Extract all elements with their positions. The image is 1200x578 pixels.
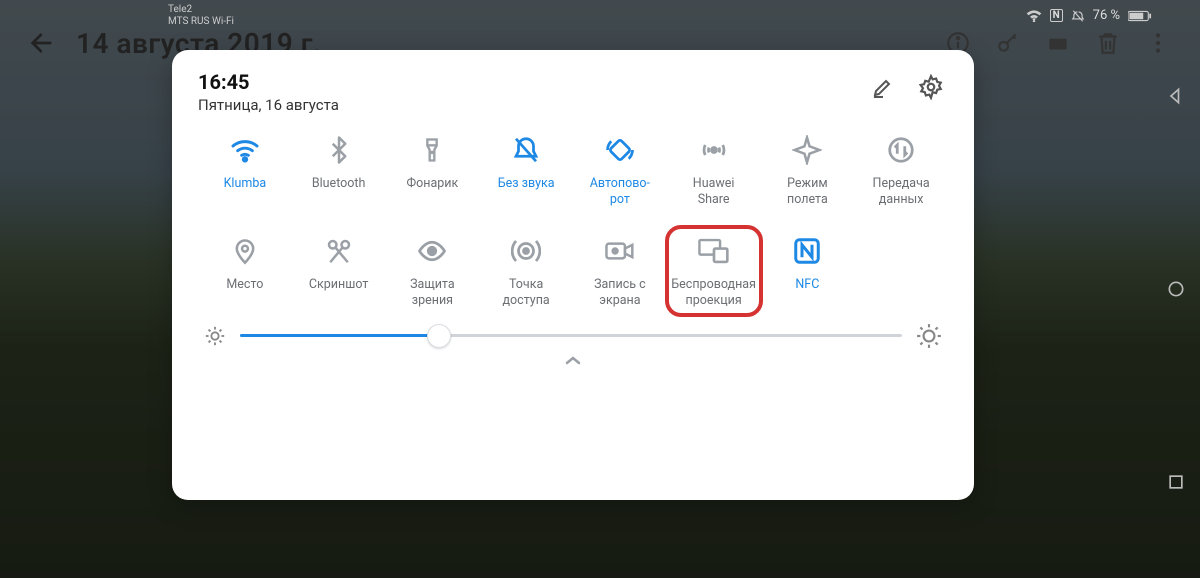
brightness-high-icon <box>916 323 942 349</box>
tiles-grid: Klumba Bluetooth Фонарик Без звука Автоп <box>198 128 948 313</box>
hotspot-icon <box>508 233 544 269</box>
tile-label: Bluetooth <box>312 176 366 206</box>
wifi-icon <box>227 132 263 168</box>
tile-nfc[interactable]: NFC <box>761 229 855 312</box>
tile-huawei-share[interactable]: HuaweiShare <box>667 128 761 211</box>
carrier-1: Tele2 <box>168 4 234 16</box>
settings-button[interactable] <box>914 70 948 104</box>
time-date-block: 16:45 Пятница, 16 августа <box>198 70 339 114</box>
quick-settings-panel: 16:45 Пятница, 16 августа Klumba Bluetoo… <box>172 50 974 500</box>
tile-label: Беспроводнаяпроекция <box>671 277 756 308</box>
tile-mute[interactable]: Без звука <box>479 128 573 211</box>
key-icon[interactable] <box>992 27 1024 59</box>
tile-label: Точкадоступа <box>503 277 550 308</box>
edit-button[interactable] <box>866 70 900 104</box>
tile-label: Место <box>226 277 263 307</box>
nfc-icon <box>789 233 825 269</box>
flashlight-icon <box>414 132 450 168</box>
tile-label: Без звука <box>498 176 555 206</box>
tile-location[interactable]: Место <box>198 229 292 312</box>
location-icon <box>227 233 263 269</box>
back-icon[interactable] <box>26 27 58 59</box>
screenshot-icon <box>321 233 357 269</box>
panel-header: 16:45 Пятница, 16 августа <box>198 70 948 114</box>
tile-screen-record[interactable]: Запись сэкрана <box>573 229 667 312</box>
tile-eye-comfort[interactable]: Защитазрения <box>386 229 480 312</box>
tile-bluetooth[interactable]: Bluetooth <box>292 128 386 211</box>
tile-label: Автопово-рот <box>590 176 650 207</box>
tile-label: Klumba <box>224 176 267 206</box>
tile-label: Передачаданных <box>873 176 930 207</box>
delete-icon[interactable] <box>1092 27 1124 59</box>
tile-label: NFC <box>795 277 819 307</box>
panel-date: Пятница, 16 августа <box>198 96 339 114</box>
nav-home-icon[interactable] <box>1166 279 1186 299</box>
data-transfer-icon <box>883 132 919 168</box>
tile-label: Фонарик <box>406 176 458 206</box>
brightness-slider[interactable] <box>198 323 948 349</box>
mute-icon <box>508 132 544 168</box>
wireless-projection-icon <box>696 233 732 269</box>
tile-label: Режимполета <box>787 176 828 207</box>
huawei-share-icon <box>696 132 732 168</box>
tile-wireless-projection[interactable]: Беспроводнаяпроекция <box>665 225 763 316</box>
tile-label: Запись сэкрана <box>594 277 646 308</box>
tile-flashlight[interactable]: Фонарик <box>386 128 480 211</box>
tile-label: Скриншот <box>309 277 368 307</box>
brightness-thumb[interactable] <box>427 324 451 348</box>
eye-icon <box>414 233 450 269</box>
nav-recent-icon[interactable] <box>1166 472 1186 492</box>
tile-hotspot[interactable]: Точкадоступа <box>479 229 573 312</box>
tile-label: Защитазрения <box>410 277 455 308</box>
brightness-low-icon <box>204 325 226 347</box>
tile-data-transfer[interactable]: Передачаданных <box>854 128 948 211</box>
brightness-track[interactable] <box>240 324 902 348</box>
screen-record-icon <box>602 233 638 269</box>
expand-chevron-icon[interactable] <box>561 353 585 369</box>
tile-screenshot[interactable]: Скриншот <box>292 229 386 312</box>
nav-bar <box>1158 0 1194 578</box>
crop-icon[interactable] <box>1042 27 1074 59</box>
tile-wifi[interactable]: Klumba <box>198 128 292 211</box>
autorotate-icon <box>602 132 638 168</box>
bluetooth-icon <box>321 132 357 168</box>
tile-autorotate[interactable]: Автопово-рот <box>573 128 667 211</box>
airplane-icon <box>789 132 825 168</box>
nav-back-icon[interactable] <box>1166 86 1186 106</box>
tile-airplane[interactable]: Режимполета <box>761 128 855 211</box>
panel-time: 16:45 <box>198 70 339 94</box>
tile-label: HuaweiShare <box>693 176 735 207</box>
